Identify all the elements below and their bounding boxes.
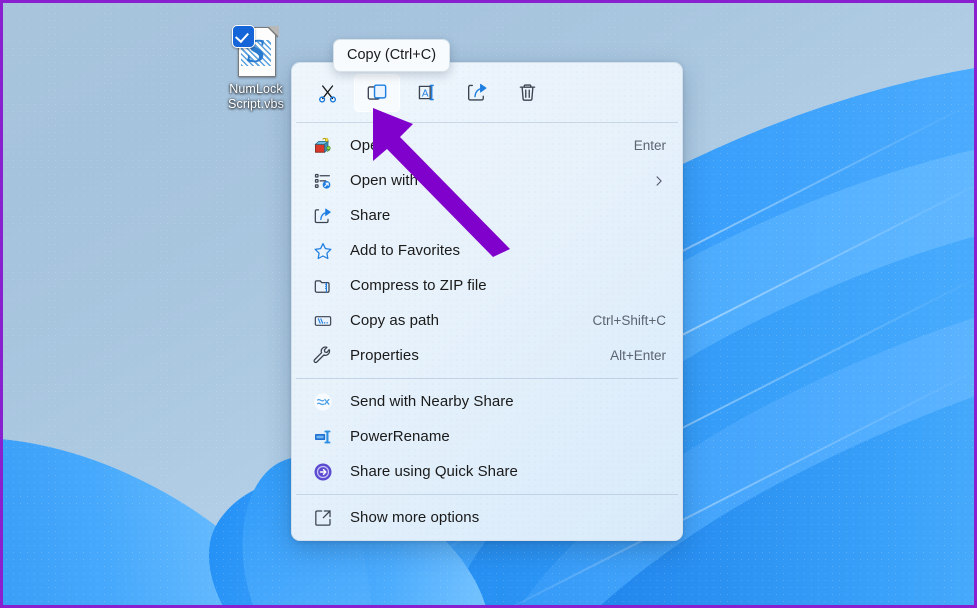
menu-item-send-with-nearby-share[interactable]: Send with Nearby Share	[296, 384, 678, 419]
desktop-icon-label-line2: Script.vbs	[228, 97, 284, 111]
menu-item-accelerator: Alt+Enter	[610, 348, 666, 363]
open-with-icon	[312, 170, 334, 192]
nearby-share-icon	[312, 391, 334, 413]
share-icon	[312, 205, 334, 227]
menu-item-label: Share	[350, 207, 391, 224]
star-icon	[312, 240, 334, 262]
scissors-icon	[316, 81, 339, 104]
menu-item-share[interactable]: Share	[296, 198, 678, 233]
cut-toolbar-button[interactable]	[304, 74, 350, 112]
menu-item-label: Copy as path	[350, 312, 439, 329]
menu-item-label: PowerRename	[350, 428, 450, 445]
tooltip-text: Copy (Ctrl+C)	[347, 47, 437, 63]
trash-icon	[516, 81, 539, 104]
menu-item-label: Open	[350, 137, 387, 154]
menu-item-label: Show more options	[350, 509, 480, 526]
menu-item-label: Properties	[350, 347, 419, 364]
menu-item-label: Send with Nearby Share	[350, 393, 514, 410]
menu-item-accelerator: Enter	[633, 138, 666, 153]
file-context-menu[interactable]: A Open Enter Open with Share Add to Favo…	[291, 62, 683, 541]
svg-text:A: A	[421, 88, 428, 99]
screen-root: S NumLock Script.vbs A Open Enter Open w…	[0, 0, 977, 608]
menu-item-share-using-quick-share[interactable]: Share using Quick Share	[296, 454, 678, 489]
rename-toolbar-button[interactable]: A	[404, 74, 450, 112]
menu-item-compress-to-zip[interactable]: Compress to ZIP file	[296, 268, 678, 303]
wrench-icon	[312, 345, 334, 367]
menu-item-accelerator: Ctrl+Shift+C	[592, 313, 666, 328]
menu-item-open-with[interactable]: Open with	[296, 163, 678, 198]
menu-item-label: Share using Quick Share	[350, 463, 518, 480]
open-vbs-icon	[312, 135, 334, 157]
share-toolbar-button[interactable]	[454, 74, 500, 112]
show-more-icon	[312, 507, 334, 529]
desktop-icon-label: NumLock Script.vbs	[216, 82, 296, 112]
menu-item-copy-as-path[interactable]: Copy as path Ctrl+Shift+C	[296, 303, 678, 338]
menu-item-label: Compress to ZIP file	[350, 277, 487, 294]
share-icon	[466, 81, 489, 104]
delete-toolbar-button[interactable]	[504, 74, 550, 112]
menu-item-open[interactable]: Open Enter	[296, 128, 678, 163]
menu-item-power-rename[interactable]: PowerRename	[296, 419, 678, 454]
quick-share-icon	[312, 461, 334, 483]
context-menu-group-apps: Send with Nearby Share PowerRename Share…	[292, 379, 682, 494]
menu-item-label: Open with	[350, 172, 418, 189]
menu-item-properties[interactable]: Properties Alt+Enter	[296, 338, 678, 373]
chevron-right-icon	[652, 174, 666, 188]
menu-item-show-more-options[interactable]: Show more options	[296, 500, 678, 535]
desktop-icon-numlock-script[interactable]: S NumLock Script.vbs	[216, 25, 296, 112]
zip-folder-icon	[312, 275, 334, 297]
copy-path-icon	[312, 310, 334, 332]
copy-tooltip: Copy (Ctrl+C)	[333, 39, 451, 72]
copy-toolbar-button[interactable]	[354, 73, 400, 112]
copy-icon	[366, 81, 389, 104]
desktop-icon-label-line1: NumLock	[229, 82, 283, 96]
onedrive-synced-check-icon	[232, 25, 255, 48]
menu-item-add-to-favorites[interactable]: Add to Favorites	[296, 233, 678, 268]
power-rename-icon	[312, 426, 334, 448]
context-menu-group-legacy: Show more options	[292, 495, 682, 540]
vbs-file-icon: S	[232, 25, 279, 79]
context-menu-group-primary: Open Enter Open with Share Add to Favori…	[292, 123, 682, 378]
rename-icon: A	[416, 81, 439, 104]
menu-item-label: Add to Favorites	[350, 242, 461, 259]
